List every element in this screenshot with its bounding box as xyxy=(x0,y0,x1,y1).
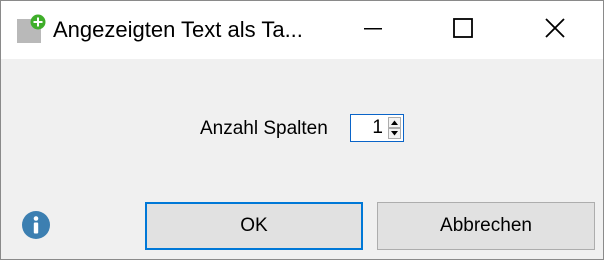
maximize-icon xyxy=(453,17,473,43)
stepper-arrows[interactable] xyxy=(388,117,401,139)
columns-stepper[interactable]: 1 xyxy=(350,114,404,142)
window-title: Angezeigten Text als Ta... xyxy=(53,17,303,42)
cancel-button[interactable]: Abbrechen xyxy=(377,202,595,250)
maximize-button[interactable] xyxy=(417,1,509,59)
ok-button[interactable]: OK xyxy=(145,202,363,250)
close-button[interactable] xyxy=(509,1,601,59)
minimize-button[interactable] xyxy=(327,1,419,59)
columns-label: Anzahl Spalten xyxy=(200,118,328,139)
columns-value[interactable]: 1 xyxy=(372,117,383,139)
stepper-down-icon xyxy=(388,128,401,139)
dialog-content: Anzahl Spalten 1 OK Abbrechen xyxy=(1,59,603,259)
title-bar[interactable]: Angezeigten Text als Ta... xyxy=(1,1,603,59)
table-plus-icon xyxy=(16,14,46,44)
stepper-up-icon xyxy=(388,117,401,128)
info-icon[interactable] xyxy=(21,210,51,240)
minimize-icon xyxy=(363,18,383,43)
dialog-window: Angezeigten Text als Ta... Anzahl Spalte… xyxy=(0,0,604,260)
close-icon xyxy=(544,17,566,44)
